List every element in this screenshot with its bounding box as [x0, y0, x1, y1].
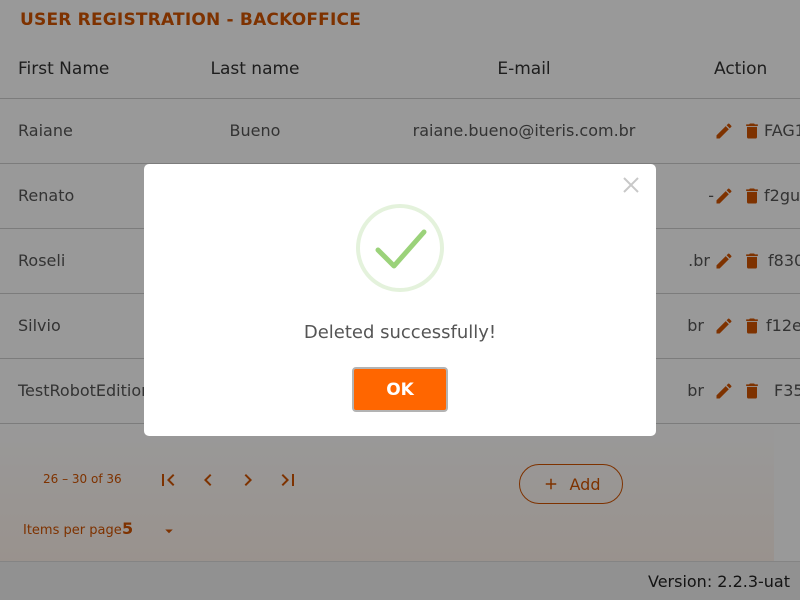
- success-check-icon: [356, 204, 444, 292]
- success-dialog: Deleted successfully! OK: [144, 164, 656, 436]
- close-icon[interactable]: [620, 174, 642, 196]
- ok-button[interactable]: OK: [352, 367, 448, 412]
- dialog-message: Deleted successfully!: [303, 322, 497, 343]
- ok-button-label: OK: [356, 371, 444, 408]
